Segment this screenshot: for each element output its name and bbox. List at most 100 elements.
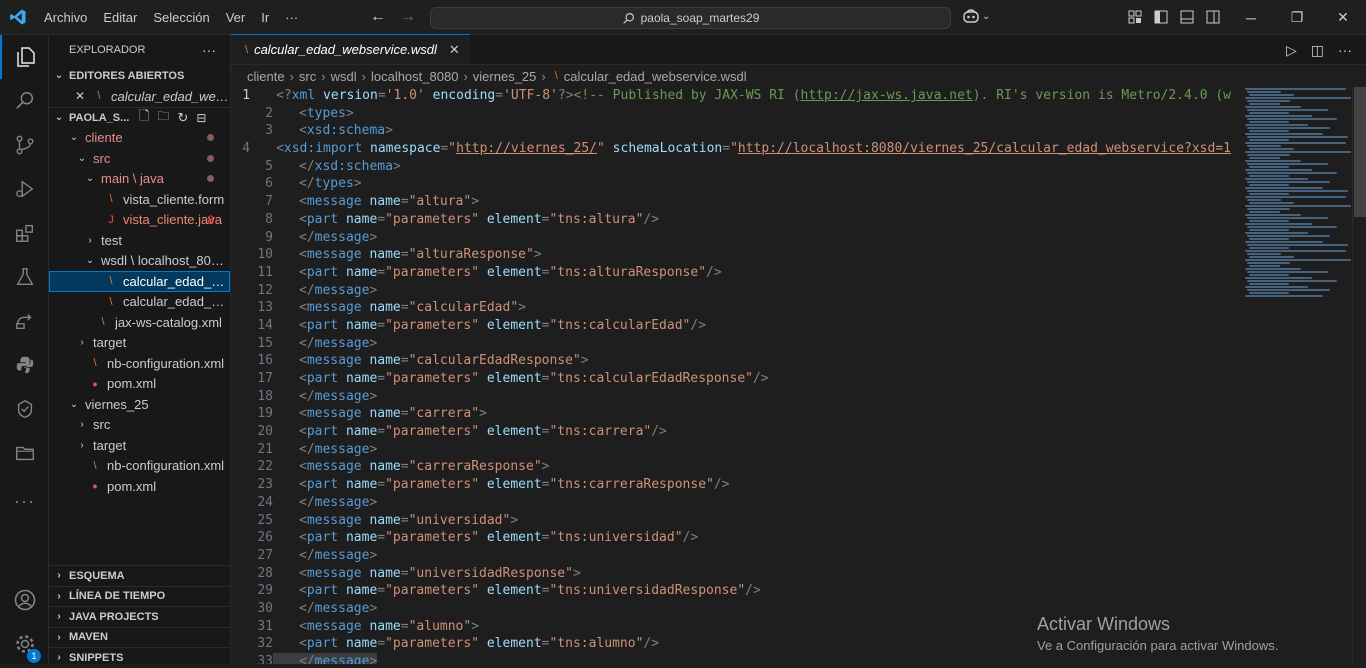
explorer-icon[interactable] (0, 35, 49, 79)
line-number: 30 (257, 600, 273, 616)
menu-item[interactable]: Selección (145, 0, 217, 35)
line-number: 19 (257, 406, 273, 422)
scrollbar-thumb[interactable] (1354, 87, 1366, 217)
tree-item[interactable]: › target (49, 435, 230, 456)
split-editor-icon[interactable]: ◫ (1311, 42, 1324, 59)
sidebar-section[interactable]: › LÍNEA DE TIEMPO (49, 585, 231, 607)
menu-item[interactable]: Archivo (36, 0, 95, 35)
breadcrumb-separator: › (321, 68, 326, 84)
open-editors-section[interactable]: ⌄ EDITORES ABIERTOS (49, 65, 230, 86)
testing-flask-icon[interactable] (0, 255, 49, 299)
tree-item[interactable]: ⌄ src (49, 148, 230, 169)
minimap[interactable] (1239, 87, 1351, 664)
menu-item[interactable]: Editar (95, 0, 145, 35)
line-number: 8 (265, 211, 273, 227)
breadcrumb-item[interactable]: localhost_8080 (371, 69, 458, 84)
new-folder-icon[interactable]: 🗀 (157, 108, 169, 128)
command-center-search[interactable]: paola_soap_martes29 (430, 7, 951, 29)
tree-item-label: test (101, 232, 122, 248)
account-icon[interactable] (0, 578, 49, 622)
extensions-icon[interactable] (0, 211, 49, 255)
source-control-icon[interactable] (0, 123, 49, 167)
python-icon[interactable] (0, 343, 49, 387)
toggle-panel-icon[interactable] (1180, 10, 1194, 24)
sidebar-section[interactable]: › JAVA PROJECTS (49, 606, 231, 627)
open-editor-label: calcular_edad_web... (111, 88, 230, 104)
toggle-primary-sidebar-icon[interactable] (1154, 10, 1168, 24)
sidebar-section[interactable]: › ESQUEMA (49, 565, 231, 586)
workspace-section[interactable]: ⌄ PAOLA_S... 🗋 🗀 ↻ ⊟ (49, 106, 230, 128)
manage-gear-icon[interactable]: 1 (0, 622, 49, 666)
tree-item[interactable]: \ calcular_edad_webs... (49, 292, 230, 313)
vertical-scrollbar[interactable] (1352, 87, 1366, 664)
tree-item[interactable]: \ calcular_edad_webs... (49, 271, 230, 292)
minimap-line (1247, 181, 1330, 183)
tree-item[interactable]: \ vista_cliente.form (49, 189, 230, 210)
breadcrumb-item[interactable]: viernes_25 (473, 69, 537, 84)
code-text: <part name="parameters" element="tns:cal… (299, 317, 707, 333)
tree-item[interactable]: \ nb-configuration.xml (49, 353, 230, 374)
tree-item[interactable]: › target (49, 333, 230, 354)
tree-item[interactable]: ● pom.xml (49, 476, 230, 497)
more-views-icon[interactable]: ··· (0, 479, 49, 523)
chevron-right-icon: › (80, 439, 84, 451)
code-editor[interactable]: 1 <?xml version='1.0' encoding='UTF-8'?><… (231, 87, 1231, 664)
code-text: <part name="parameters" element="tns:alt… (299, 211, 660, 227)
breadcrumb-item[interactable]: wsdl (331, 69, 357, 84)
forward-arrow-icon[interactable]: → (400, 8, 416, 26)
open-editor-item[interactable]: ✕ \ calcular_edad_web... (49, 86, 230, 107)
tree-item[interactable]: ⌄ main \ java (49, 169, 230, 190)
new-file-icon[interactable]: 🗋 (139, 108, 149, 128)
toggle-secondary-sidebar-icon[interactable] (1206, 10, 1220, 24)
minimap-line (1247, 136, 1348, 138)
minimap-line (1249, 283, 1290, 285)
minimap-line (1249, 202, 1294, 204)
navigation-arrows: ← → (370, 8, 416, 26)
chevron-right-icon: › (57, 652, 61, 664)
restore-icon[interactable]: ❐ (1274, 0, 1320, 35)
breadcrumb-item[interactable]: src (299, 69, 316, 84)
tree-item[interactable]: \ jax-ws-catalog.xml (49, 312, 230, 333)
tree-item[interactable]: ⌄ wsdl \ localhost_8080... (49, 251, 230, 272)
tree-item[interactable]: ● pom.xml (49, 374, 230, 395)
tree-item-label: calcular_edad_webs... (123, 273, 230, 289)
tree-item[interactable]: › src (49, 415, 230, 436)
chevron-right-icon: › (80, 419, 84, 431)
minimap-line (1247, 127, 1330, 129)
editor-tab[interactable]: \ calcular_edad_webservice.wsdl ✕ (231, 34, 470, 64)
tree-item[interactable]: \ nb-configuration.xml (49, 456, 230, 477)
minimize-icon[interactable]: ─ (1228, 0, 1274, 35)
tree-item[interactable]: ⌄ cliente (49, 128, 230, 149)
folder-icon[interactable] (0, 431, 49, 475)
back-arrow-icon[interactable]: ← (370, 8, 386, 26)
menu-item[interactable]: Ir (253, 0, 277, 35)
breadcrumb-item[interactable]: calcular_edad_webservice.wsdl (564, 69, 747, 84)
close-editor-icon[interactable]: ✕ (75, 89, 91, 103)
more-actions-icon[interactable]: ··· (1338, 42, 1352, 59)
menu-item[interactable]: ··· (277, 0, 306, 35)
debug-check-icon[interactable] (0, 387, 49, 431)
run-debug-icon[interactable] (0, 167, 49, 211)
explorer-more-icon[interactable]: ··· (202, 42, 216, 58)
tree-item[interactable]: ⌄ viernes_25 (49, 394, 230, 415)
customize-layout-icon[interactable] (1128, 10, 1142, 24)
sidebar-section[interactable]: › SNIPPETS (49, 647, 231, 668)
remote-explorer-icon[interactable] (0, 299, 49, 343)
minimap-line (1249, 94, 1294, 96)
tree-item[interactable]: Jvista_cliente.java 8 (49, 210, 230, 231)
breadcrumb-item[interactable]: cliente (247, 69, 285, 84)
close-icon[interactable]: ✕ (1320, 0, 1366, 35)
close-tab-icon[interactable]: ✕ (449, 42, 460, 58)
refresh-icon[interactable]: ↻ (177, 110, 188, 126)
minimap-line (1249, 193, 1290, 195)
minimap-line (1249, 265, 1281, 267)
run-icon[interactable]: ▷ (1286, 42, 1297, 59)
line-number: 31 (257, 618, 273, 634)
sidebar-section[interactable]: › MAVEN (49, 626, 231, 648)
search-view-icon[interactable] (0, 79, 49, 123)
code-text: <part name="parameters" element="tns:car… (299, 424, 667, 440)
collapse-all-icon[interactable]: ⊟ (196, 111, 206, 125)
copilot-button[interactable]: ⌄ (962, 8, 990, 24)
tree-item[interactable]: › test (49, 230, 230, 251)
menu-item[interactable]: Ver (218, 0, 254, 35)
